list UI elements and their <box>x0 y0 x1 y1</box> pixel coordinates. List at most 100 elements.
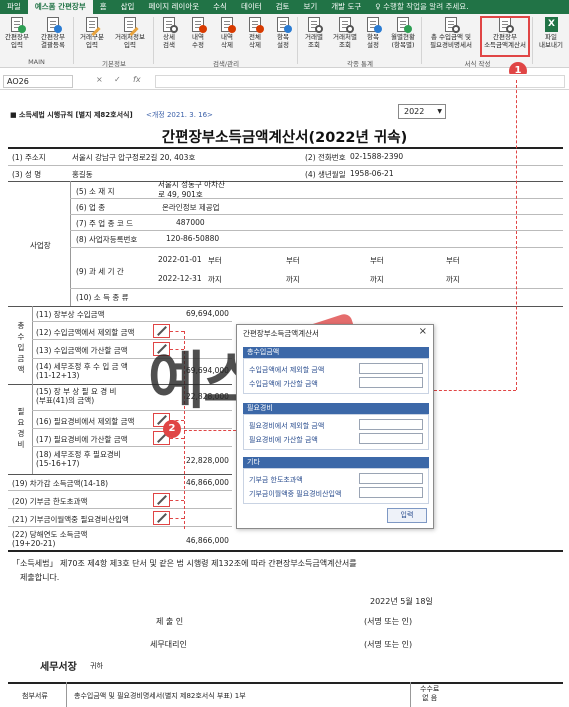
group-separator <box>421 17 422 64</box>
statement-search-icon <box>442 16 460 33</box>
dialog-income-add-input[interactable] <box>359 377 423 388</box>
donation-carryover-label: (21) 기부금이월액중 필요경비산입액 <box>12 515 129 524</box>
vendor-info-button[interactable]: 거래처정보 입력 <box>109 16 151 56</box>
dialog-donation-excess-label: 기부금 한도초과액 <box>249 476 303 484</box>
search-icon <box>160 16 178 33</box>
close-icon[interactable]: × <box>419 326 427 337</box>
total-income-side-label: 총수입금액 <box>17 321 25 374</box>
vendor-info-icon <box>121 16 139 37</box>
dialog-income-exclude-input[interactable] <box>359 363 423 374</box>
function-icon[interactable]: fx <box>133 75 141 84</box>
adjusted-expense-value: 22,828,000 <box>186 456 229 465</box>
dialog-donation-carryover-input[interactable] <box>359 487 423 498</box>
adjusted-expense-label: (18) 세무조정 후 필요경비 (15-16+17) <box>36 450 121 468</box>
tab-data[interactable]: 데이터 <box>234 0 269 14</box>
delete-all-icon <box>246 16 264 33</box>
income-add-label: (13) 수입금액에 가산할 금액 <box>36 346 128 355</box>
name-label: (3) 성 명 <box>12 170 42 179</box>
callout-badge-2: 2 <box>163 420 181 438</box>
item-settings-button[interactable]: 항목 설정 <box>269 16 297 56</box>
delete-entry-button[interactable]: 내역 삭제 <box>213 16 241 56</box>
tab-view[interactable]: 보기 <box>296 0 324 14</box>
delete-all-button[interactable]: 전체 삭제 <box>241 16 269 56</box>
edit-entry-button[interactable]: 내역 수정 <box>184 16 212 56</box>
ledger-register-button[interactable]: 간편장부 결괄등록 <box>35 16 71 56</box>
year-select[interactable]: 2022 ▼ <box>398 104 446 119</box>
tab-page-layout[interactable]: 페이지 레이아웃 <box>141 0 206 14</box>
agent-label: 세무대리인 <box>150 640 187 649</box>
industry-code-value: 487000 <box>176 218 205 227</box>
tab-insert[interactable]: 삽입 <box>114 0 142 14</box>
ledger-input-icon <box>8 16 26 33</box>
industry-value: 온라인정보 제공업 <box>162 203 220 212</box>
business-label: 사업장 <box>30 241 51 250</box>
book-income-value: 69,694,000 <box>186 309 229 318</box>
ledger-input-button[interactable]: 간편장부 입력 <box>0 16 34 56</box>
birth-value: 1958-06-21 <box>350 169 394 178</box>
edit-pencil-donation-excess[interactable] <box>153 493 170 507</box>
form-title: 간편장부소득금액계산서(2022년 귀속) <box>161 130 408 146</box>
monthly-status-button[interactable]: 월별현황 (항목별) <box>386 16 420 56</box>
dialog-section-expense: 필요경비 <box>243 403 429 414</box>
group-separator <box>297 17 298 64</box>
group-separator <box>532 17 533 64</box>
statement-line-2: 제출합니다. <box>20 573 60 582</box>
by-vendor-button[interactable]: 거래처별 조회 <box>329 16 361 56</box>
book-expense-label: (15) 장 부 상 필 요 경 비 (부표(41)의 금액) <box>36 387 117 405</box>
tab-review[interactable]: 검토 <box>269 0 297 14</box>
submit-date: 2022년 5월 18일 <box>370 597 433 606</box>
formula-input[interactable] <box>155 75 565 88</box>
address-label: (1) 주소지 <box>12 153 46 162</box>
location-value: 서울시 성동구 아차산 로 49, 901호 <box>158 180 225 199</box>
income-expense-statement-button[interactable]: 총 수입금액 및 필요경비명세서 <box>423 16 479 56</box>
group-label-main: MAIN <box>28 58 45 66</box>
edit-icon <box>189 16 207 33</box>
vendor-view-icon <box>336 16 354 33</box>
tab-yesform-ledger[interactable]: 예스폼 간편장부 <box>27 0 93 14</box>
tab-file[interactable]: 파일 <box>0 0 28 14</box>
expense-side-label: 필요경비 <box>17 407 25 449</box>
period-from: 2022-01-01 <box>158 255 202 264</box>
net-income-value: 46,866,000 <box>186 478 229 487</box>
file-export-button[interactable]: X 파일 내보내기 <box>534 16 568 56</box>
edit-pencil-donation-carryover[interactable] <box>153 511 170 525</box>
ribbon-tabs: 파일 예스폼 간편장부 홈 삽입 페이지 레이아웃 수식 데이터 검토 보기 개… <box>0 0 569 14</box>
dialog-submit-button[interactable]: 입력 <box>387 508 427 523</box>
tab-home[interactable]: 홈 <box>93 0 114 14</box>
confirm-icon[interactable]: ✓ <box>114 75 121 84</box>
attachment-label: 첨부서류 <box>22 692 48 700</box>
tax-office-suffix: 귀하 <box>90 662 103 670</box>
adjusted-income-label: (14) 세무조정 후 수 입 금 액 (11-12+13) <box>36 362 128 380</box>
income-calc-dialog: 간편장부소득금액계산서 × 총수입금액 수입금액에서 제외할 금액 수입금액에 … <box>236 324 434 529</box>
stat-item-settings-button[interactable]: 항목 설정 <box>361 16 385 56</box>
tell-me-search[interactable]: ♀ 수행할 작업을 알려 주세요. <box>368 0 475 14</box>
dialog-expense-add-label: 필요경비에 가산할 금액 <box>249 436 318 444</box>
tab-formulas[interactable]: 수식 <box>206 0 234 14</box>
detail-search-button[interactable]: 상세 검색 <box>155 16 183 56</box>
name-box[interactable]: AO26 <box>3 75 73 88</box>
dialog-donation-excess-input[interactable] <box>359 473 423 484</box>
dialog-title: 간편장부소득금액계산서 <box>243 329 319 338</box>
statement-line-1: 「소득세법」 제70조 제4항 제3호 단서 및 같은 법 시행령 제132조에… <box>12 559 357 568</box>
ledger-register-icon <box>44 16 62 33</box>
transaction-type-icon <box>83 16 101 37</box>
fee-label: 수수료 없 음 <box>420 685 440 702</box>
birth-label: (4) 생년월일 <box>305 170 346 179</box>
cancel-icon[interactable]: × <box>96 75 103 84</box>
settings-icon <box>274 16 292 33</box>
formula-bar: AO26 × ✓ fx <box>0 74 569 90</box>
tab-developer[interactable]: 개발 도구 <box>324 0 368 14</box>
dialog-expense-add-input[interactable] <box>359 433 423 444</box>
book-income-label: (11) 장부상 수입금액 <box>36 310 105 319</box>
phone-label: (2) 전화번호 <box>305 153 346 162</box>
by-transaction-button[interactable]: 거래별 조회 <box>299 16 329 56</box>
biz-number-value: 120-86-50880 <box>166 234 220 243</box>
dialog-expense-exclude-input[interactable] <box>359 419 423 430</box>
location-label: (5) 소 재 지 <box>76 187 115 196</box>
industry-label: (6) 업 종 <box>76 203 106 212</box>
form-revision: <개정 2021. 3. 16> <box>146 111 213 119</box>
biz-number-label: (8) 사업자등록번호 <box>76 235 138 244</box>
transaction-type-button[interactable]: 거래구분 입력 <box>75 16 109 56</box>
year-income-label: (22) 당해연도 소득금액 (19+20-21) <box>12 530 88 548</box>
agent-sign: (서명 또는 인) <box>364 640 413 649</box>
